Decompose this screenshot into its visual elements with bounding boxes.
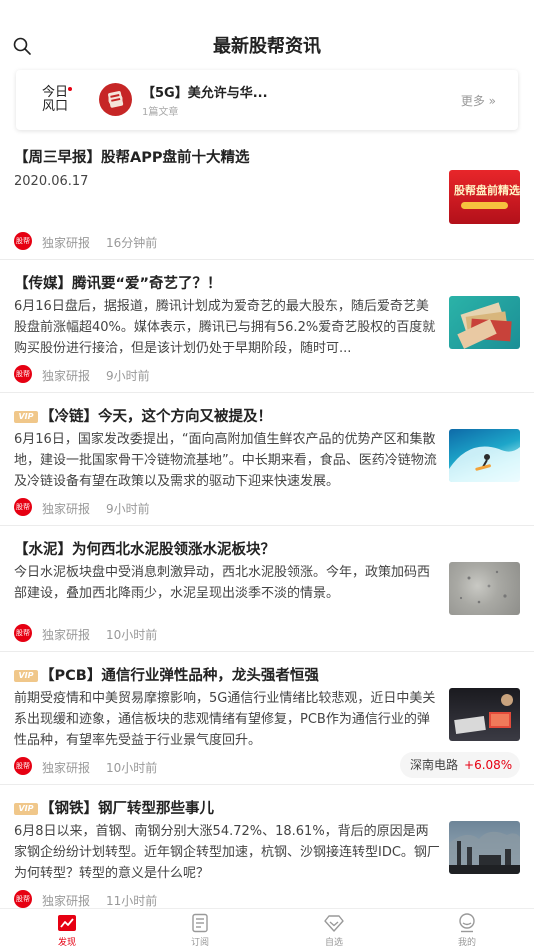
user-icon	[459, 913, 475, 933]
chart-trend-icon	[58, 915, 76, 931]
hot-topic-count: 1篇文章	[142, 107, 179, 118]
article-date: 2020.06.17	[14, 174, 89, 189]
article-summary: 前期受疫情和中美贸易摩擦影响，5G通信行业情绪比较悲观，近日中美关系出现缓和迹象…	[14, 691, 436, 748]
vip-badge: VIP	[14, 670, 38, 682]
tab-watchlist[interactable]: 自选	[304, 913, 364, 948]
article-time: 9小时前	[106, 369, 150, 383]
source-logo-icon: 股帮	[14, 757, 32, 775]
red-dot-icon	[68, 87, 72, 91]
article-source: 独家研报	[42, 236, 91, 250]
related-stock-tag[interactable]: 深南电路 +6.08%	[400, 752, 520, 778]
diamond-icon	[324, 915, 344, 932]
article-time: 16分钟前	[106, 236, 158, 250]
article-summary: 6月8日以来，首钢、南钢分别大涨54.72%、18.61%，背后的原因是两家钢企…	[14, 824, 440, 881]
header: 最新股帮资讯	[0, 0, 534, 66]
hot-topic-card[interactable]: 今日 风口 【5G】美允许与华... 1篇文章 更多 »	[16, 70, 518, 130]
tab-mine[interactable]: 我的	[437, 913, 497, 948]
article-summary: 6月16日，国家发改委提出，“面向高附加值生鲜农产品的优势产区和集散地，建设一批…	[14, 432, 437, 489]
stock-name: 深南电路	[410, 758, 459, 772]
article-item[interactable]: 【水泥】为何西北水泥股领涨水泥板块？ 今日水泥板块盘中受消息刺激异动，西北水泥股…	[0, 526, 534, 652]
article-source: 独家研报	[42, 369, 91, 383]
article-summary: 6月16日盘后，据报道，腾讯计划成为爱奇艺的最大股东，随后爱奇艺美股盘前涨幅超4…	[14, 299, 436, 356]
source-logo-icon: 股帮	[14, 232, 32, 250]
source-logo-icon: 股帮	[14, 498, 32, 516]
tab-discover[interactable]: 发现	[37, 913, 97, 948]
hot-topic-title[interactable]: 【5G】美允许与华...	[142, 82, 268, 101]
article-title[interactable]: 【周三早报】股帮APP盘前十大精选	[14, 146, 249, 167]
article-time: 11小时前	[106, 894, 158, 908]
article-thumbnail	[449, 296, 520, 349]
article-source: 独家研报	[42, 761, 91, 775]
article-item[interactable]: VIP 【钢铁】钢厂转型那些事儿 6月8日以来，首钢、南钢分别大涨54.72%、1…	[0, 785, 534, 908]
document-icon	[192, 913, 208, 933]
source-logo-icon: 股帮	[14, 890, 32, 908]
article-thumbnail	[449, 429, 520, 482]
article-title[interactable]: 【水泥】为何西北水泥股领涨水泥板块？	[14, 538, 275, 559]
tab-subscribe[interactable]: 订阅	[170, 913, 230, 948]
article-thumbnail	[449, 821, 520, 874]
article-thumbnail: 股帮盘前精选	[449, 170, 520, 224]
article-title[interactable]: VIP 【钢铁】钢厂转型那些事儿	[14, 797, 214, 818]
source-logo-icon: 股帮	[14, 365, 32, 383]
article-time: 9小时前	[106, 502, 150, 516]
article-source: 独家研报	[42, 894, 91, 908]
article-title[interactable]: VIP 【PCB】通信行业弹性品种，龙头强者恒强	[14, 664, 319, 685]
article-title[interactable]: 【传媒】腾讯要“爱”奇艺了？！	[14, 272, 222, 293]
topic-avatar	[99, 83, 132, 116]
source-logo-icon: 股帮	[14, 624, 32, 642]
article-thumbnail	[449, 562, 520, 615]
bottom-tab-bar: 发现 订阅 自选 我的	[0, 908, 534, 950]
article-source: 独家研报	[42, 628, 91, 642]
article-thumbnail	[449, 688, 520, 741]
article-title[interactable]: VIP 【冷链】今天，这个方向又被提及！	[14, 405, 272, 426]
stock-change: +6.08%	[464, 758, 513, 772]
page-title: 最新股帮资讯	[213, 36, 321, 57]
article-item[interactable]: VIP 【冷链】今天，这个方向又被提及！ 6月16日，国家发改委提出，“面向高附加…	[0, 393, 534, 526]
article-summary: 今日水泥板块盘中受消息刺激异动，西北水泥股领涨。今年，政策加码西部建设，叠加西北…	[14, 565, 431, 601]
vip-badge: VIP	[14, 411, 38, 423]
hot-topic-logo: 今日 风口	[42, 86, 72, 114]
article-item[interactable]: 【传媒】腾讯要“爱”奇艺了？！ 6月16日盘后，据报道，腾讯计划成为爱奇艺的最大…	[0, 260, 534, 393]
article-item[interactable]: 【周三早报】股帮APP盘前十大精选 2020.06.17 股帮盘前精选 股帮 独…	[0, 134, 534, 260]
vip-badge: VIP	[14, 803, 38, 815]
article-source: 独家研报	[42, 502, 91, 516]
article-time: 10小时前	[106, 761, 158, 775]
article-item[interactable]: VIP 【PCB】通信行业弹性品种，龙头强者恒强 前期受疫情和中美贸易摩擦影响，5…	[0, 652, 534, 785]
more-link[interactable]: 更多 »	[461, 92, 496, 109]
article-time: 10小时前	[106, 628, 158, 642]
